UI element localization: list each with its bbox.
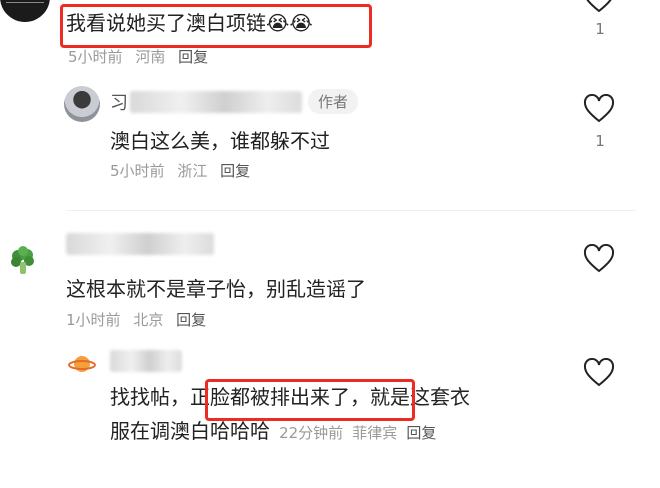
planet-icon bbox=[68, 356, 96, 372]
avatar[interactable] bbox=[0, 0, 50, 22]
divider bbox=[66, 210, 636, 211]
like-button[interactable] bbox=[583, 244, 617, 274]
reply-text-line2: 服在调澳白哈哈哈 22分钟前 菲律宾 回复 bbox=[110, 419, 437, 443]
username-blurred[interactable] bbox=[110, 350, 182, 372]
reply-location: 浙江 bbox=[177, 162, 208, 180]
highlight-box bbox=[60, 4, 372, 48]
like-count: 1 bbox=[595, 132, 605, 150]
reply-link[interactable]: 回复 bbox=[176, 311, 206, 329]
username-blurred bbox=[130, 91, 302, 113]
like-button[interactable] bbox=[583, 94, 617, 124]
comment-time: 1小时前 bbox=[66, 311, 121, 329]
reply-link[interactable]: 回复 bbox=[178, 48, 208, 66]
like-count: 1 bbox=[595, 20, 605, 38]
comment-location: 北京 bbox=[133, 311, 164, 329]
reply-time: 22分钟前 bbox=[279, 424, 344, 442]
username-blurred[interactable] bbox=[66, 233, 214, 255]
heart-outline-icon bbox=[583, 94, 615, 123]
like-button[interactable] bbox=[583, 0, 617, 14]
avatar[interactable] bbox=[68, 350, 96, 378]
avatar[interactable] bbox=[8, 246, 38, 276]
reply-text: 澳白这么美，谁都躲不过 bbox=[110, 129, 330, 153]
reply-location: 菲律宾 bbox=[352, 424, 398, 442]
comment-meta: 5小时前 河南 回复 bbox=[68, 46, 216, 67]
heart-outline-icon bbox=[583, 244, 615, 273]
comment-meta: 1小时前 北京 回复 bbox=[66, 309, 214, 330]
reply-meta: 5小时前 浙江 回复 bbox=[110, 160, 258, 181]
avatar[interactable] bbox=[64, 86, 100, 122]
broccoli-icon bbox=[11, 246, 34, 274]
comment-text: 这根本就不是章子怡，别乱造谣了 bbox=[66, 277, 366, 301]
username-partial[interactable]: 习 bbox=[110, 89, 128, 115]
heart-outline-icon bbox=[583, 358, 615, 387]
reply-link[interactable]: 回复 bbox=[406, 424, 436, 442]
author-badge: 作者 bbox=[308, 89, 359, 114]
like-button[interactable] bbox=[583, 358, 617, 388]
reply-time: 5小时前 bbox=[110, 162, 165, 180]
comment-location: 河南 bbox=[135, 48, 166, 66]
reply-link[interactable]: 回复 bbox=[220, 162, 250, 180]
comment-time: 5小时前 bbox=[68, 48, 123, 66]
heart-outline-icon bbox=[586, 0, 612, 13]
